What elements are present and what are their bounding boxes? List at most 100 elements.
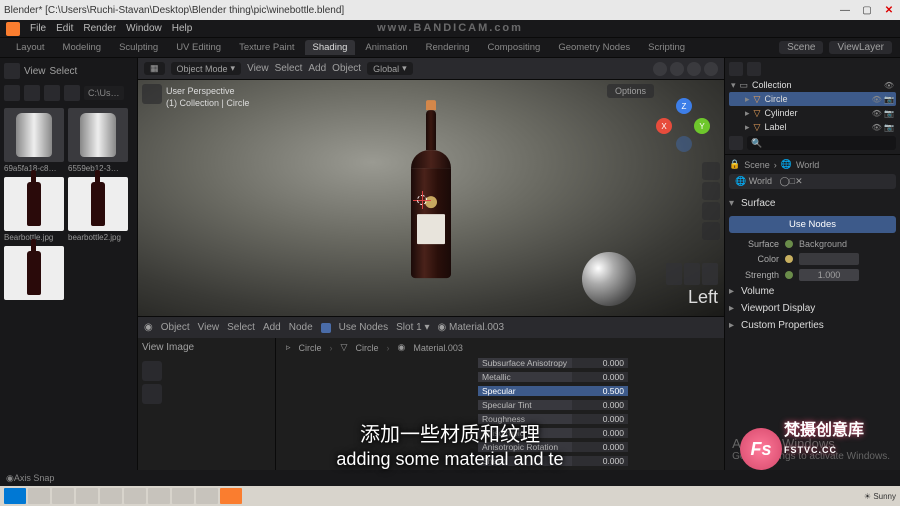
outliner-filter-icon[interactable] [747,62,761,76]
outliner-item-cylinder[interactable]: ▸▽Cylinder 👁 📷 [729,106,896,120]
outliner-item-circle[interactable]: ▸▽Circle 👁 📷 [729,92,896,106]
blender-icon[interactable] [6,22,20,36]
viewlayer-dropdown[interactable]: ViewLayer [829,41,892,54]
axis-neg-z[interactable] [676,136,692,152]
thumb-item[interactable]: 6559eb12-3… [68,108,128,173]
task-explorer-icon[interactable] [76,488,98,504]
section-custom-props[interactable]: ▸Custom Properties [729,317,896,334]
menu-edit[interactable]: Edit [56,23,73,34]
orientation-dropdown[interactable]: Global ▾ [367,62,413,75]
tab-layout[interactable]: Layout [8,40,53,55]
task-blender-icon[interactable] [220,488,242,504]
node-view[interactable]: View [198,322,220,333]
material-dropdown[interactable]: ◉ Material.003 [438,322,505,333]
task-app-icon[interactable] [172,488,194,504]
tab-modeling[interactable]: Modeling [55,40,110,55]
axis-x[interactable]: X [656,118,672,134]
shading-matprev-icon[interactable] [687,62,701,76]
outliner-collection[interactable]: ▾▭Collection 👁 [729,78,896,92]
move-view-icon[interactable] [702,182,720,200]
section-viewport-display[interactable]: ▸Viewport Display [729,300,896,317]
menu-file[interactable]: File [30,23,46,34]
vp-add[interactable]: Add [308,63,326,74]
scene-dropdown[interactable]: Scene [779,41,823,54]
shading-solid-icon[interactable] [670,62,684,76]
nav-gizmo[interactable]: X Y Z [656,98,710,152]
tool-sample-icon[interactable] [142,361,162,381]
task-edge-icon[interactable] [100,488,122,504]
axis-z[interactable]: Z [676,98,692,114]
close-button[interactable]: ✕ [882,5,896,16]
vp-object[interactable]: Object [332,63,361,74]
thumb-item[interactable]: 69a5fa18-c8… [4,108,64,173]
tab-compositing[interactable]: Compositing [480,40,549,55]
shader-prop-row[interactable]: Specular Tint0.000 [478,398,638,412]
shader-prop-row[interactable]: Metallic0.000 [478,370,638,384]
wine-bottle-object[interactable] [411,100,451,278]
node-select[interactable]: Select [227,322,255,333]
thumb-item[interactable]: bearbottle2.jpg [68,177,128,242]
task-search-icon[interactable] [28,488,50,504]
tab-animation[interactable]: Animation [357,40,415,55]
menu-help[interactable]: Help [172,23,193,34]
tab-sculpting[interactable]: Sculpting [111,40,166,55]
shading-wireframe-icon[interactable] [653,62,667,76]
filebrowser-menu-icon[interactable] [4,63,20,79]
world-datablock[interactable]: 🌐 World ◯□✕ [729,174,896,189]
minimize-button[interactable]: — [838,5,852,16]
forward-icon[interactable] [24,85,40,101]
refresh-icon[interactable] [64,85,80,101]
shader-prop-row[interactable]: Subsurface Anisotropy0.000 [478,356,638,370]
tab-texture[interactable]: Texture Paint [231,40,302,55]
node-object-mode[interactable]: Object [161,322,190,333]
section-volume[interactable]: ▸Volume [729,283,896,300]
maximize-button[interactable]: ▢ [860,5,874,16]
outliner-search-icon[interactable] [729,136,743,150]
tab-uv[interactable]: UV Editing [168,40,229,55]
shading-rendered-icon[interactable] [704,62,718,76]
task-store-icon[interactable] [124,488,146,504]
zoom-icon[interactable] [702,162,720,180]
tab-rendering[interactable]: Rendering [418,40,478,55]
tool-annotate-icon[interactable] [142,384,162,404]
node-node[interactable]: Node [289,322,313,333]
tab-geonodes[interactable]: Geometry Nodes [550,40,638,55]
thumb-item[interactable]: Bearbottle.jpg [4,177,64,242]
tab-shading[interactable]: Shading [305,40,356,55]
node-editor-type-icon[interactable]: ◉ [144,322,153,333]
outliner-type-icon[interactable] [729,62,743,76]
vp-view[interactable]: View [247,63,269,74]
prop-surface-type[interactable]: SurfaceBackground [729,237,896,251]
up-icon[interactable] [44,85,60,101]
back-icon[interactable] [4,85,20,101]
path-field[interactable]: C:\Us… [84,86,124,100]
task-app-icon[interactable] [196,488,218,504]
task-app-icon[interactable] [148,488,170,504]
menu-window[interactable]: Window [126,23,162,34]
taskbar-weather[interactable]: ☀ Sunny [864,492,896,501]
outliner-item-label[interactable]: ▸▽Label 👁 📷 [729,120,896,134]
use-nodes-checkbox[interactable] [321,323,331,333]
menu-render[interactable]: Render [83,23,116,34]
tab-scripting[interactable]: Scripting [640,40,693,55]
outliner-search-input[interactable] [747,136,896,150]
tool-select-icon[interactable] [142,84,162,104]
node-add[interactable]: Add [263,322,281,333]
filebrowser-select[interactable]: Select [50,66,78,77]
filebrowser-view[interactable]: View [24,66,46,77]
shader-prop-row[interactable]: Specular0.500 [478,384,638,398]
section-surface[interactable]: ▾Surface [729,195,896,212]
vp-select[interactable]: Select [275,63,303,74]
mode-dropdown[interactable]: Object Mode ▾ [171,62,242,75]
perspective-icon[interactable] [702,222,720,240]
use-nodes-button[interactable]: Use Nodes [729,216,896,233]
camera-icon[interactable] [702,202,720,220]
viewport-options[interactable]: Options [607,84,654,98]
prop-color[interactable]: Color [729,251,896,267]
prop-strength[interactable]: Strength1.000 [729,267,896,283]
task-cortana-icon[interactable] [52,488,74,504]
thumb-item[interactable] [4,246,64,302]
3d-viewport[interactable]: User Perspective (1) Collection | Circle… [138,80,724,316]
start-button[interactable] [4,488,26,504]
slot-dropdown[interactable]: Slot 1 ▾ [396,322,429,333]
